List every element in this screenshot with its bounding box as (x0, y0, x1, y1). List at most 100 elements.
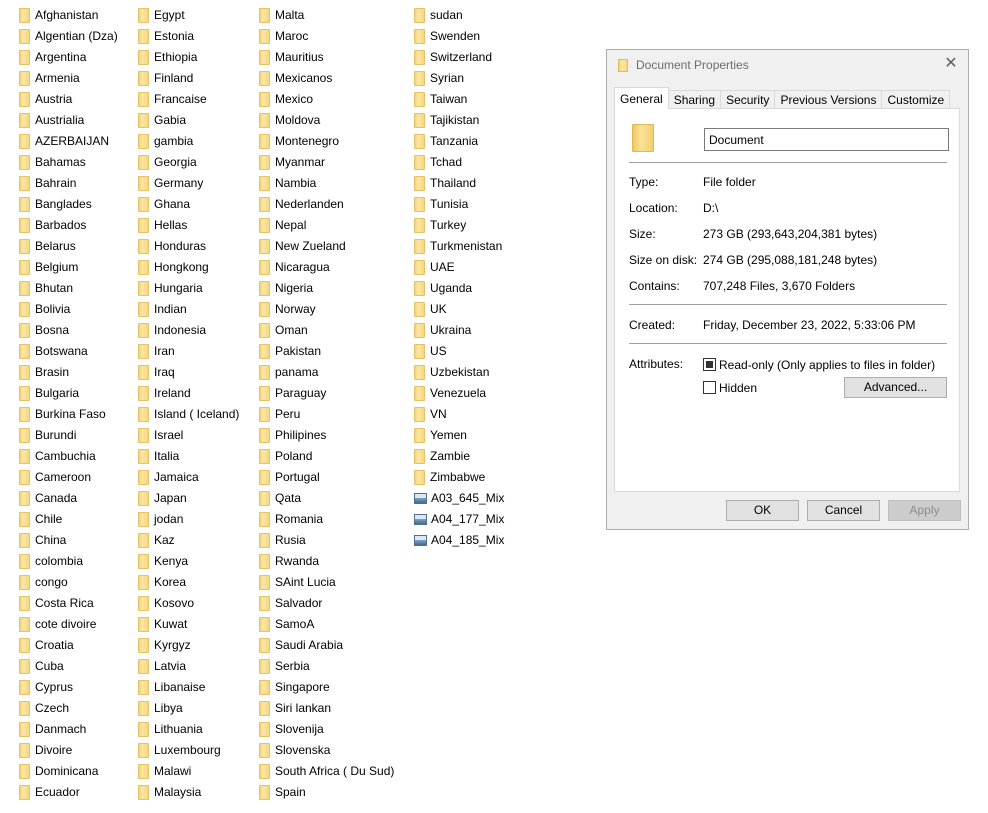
folder-item[interactable]: Cuba (19, 656, 118, 677)
folder-item[interactable]: Norway (259, 299, 394, 320)
folder-item[interactable]: Tajikistan (414, 110, 504, 131)
folder-item[interactable]: Mauritius (259, 47, 394, 68)
image-file-item[interactable]: A04_177_Mix (414, 509, 504, 530)
folder-item[interactable]: Switzerland (414, 47, 504, 68)
folder-item[interactable]: Slovenija (259, 719, 394, 740)
folder-item[interactable]: Island ( Iceland) (138, 404, 239, 425)
folder-item[interactable]: Germany (138, 173, 239, 194)
folder-item[interactable]: Israel (138, 425, 239, 446)
image-file-item[interactable]: A03_645_Mix (414, 488, 504, 509)
folder-item[interactable]: Ukraina (414, 320, 504, 341)
folder-item[interactable]: Afghanistan (19, 5, 118, 26)
folder-item[interactable]: Philipines (259, 425, 394, 446)
folder-item[interactable]: Maroc (259, 26, 394, 47)
folder-item[interactable]: Canada (19, 488, 118, 509)
folder-item[interactable]: colombia (19, 551, 118, 572)
folder-item[interactable]: Indonesia (138, 320, 239, 341)
folder-item[interactable]: Mexico (259, 89, 394, 110)
folder-item[interactable]: Hongkong (138, 257, 239, 278)
folder-item[interactable]: Hungaria (138, 278, 239, 299)
folder-item[interactable]: Zambie (414, 446, 504, 467)
folder-item[interactable]: Belarus (19, 236, 118, 257)
tab-customize[interactable]: Customize (881, 90, 951, 109)
folder-item[interactable]: Ghana (138, 194, 239, 215)
folder-item[interactable]: Rwanda (259, 551, 394, 572)
folder-item[interactable]: Costa Rica (19, 593, 118, 614)
folder-item[interactable]: Tunisia (414, 194, 504, 215)
folder-item[interactable]: Austrialia (19, 110, 118, 131)
tab-previous-versions[interactable]: Previous Versions (774, 90, 883, 109)
folder-item[interactable]: Rusia (259, 530, 394, 551)
folder-item[interactable]: Nambia (259, 173, 394, 194)
folder-item[interactable]: Nepal (259, 215, 394, 236)
folder-item[interactable]: Cameroon (19, 467, 118, 488)
folder-item[interactable]: Algentian (Dza) (19, 26, 118, 47)
folder-item[interactable]: Brasin (19, 362, 118, 383)
folder-item[interactable]: Luxembourg (138, 740, 239, 761)
close-icon[interactable]: ✕ (942, 55, 960, 73)
folder-item[interactable]: Mexicanos (259, 68, 394, 89)
folder-item[interactable]: Moldova (259, 110, 394, 131)
folder-item[interactable]: Honduras (138, 236, 239, 257)
folder-item[interactable]: Bosna (19, 320, 118, 341)
folder-item[interactable]: Jamaica (138, 467, 239, 488)
folder-item[interactable]: China (19, 530, 118, 551)
folder-item[interactable]: Argentina (19, 47, 118, 68)
folder-item[interactable]: Thailand (414, 173, 504, 194)
folder-item[interactable]: Malaysia (138, 782, 239, 803)
folder-item[interactable]: Salvador (259, 593, 394, 614)
folder-item[interactable]: Uganda (414, 278, 504, 299)
folder-item[interactable]: UAE (414, 257, 504, 278)
folder-item[interactable]: Swenden (414, 26, 504, 47)
advanced-button[interactable]: Advanced... (844, 377, 947, 398)
folder-item[interactable]: Cambuchia (19, 446, 118, 467)
folder-item[interactable]: Singapore (259, 677, 394, 698)
folder-item[interactable]: Hellas (138, 215, 239, 236)
cancel-button[interactable]: Cancel (807, 500, 880, 521)
folder-item[interactable]: Bulgaria (19, 383, 118, 404)
folder-item[interactable]: Korea (138, 572, 239, 593)
folder-item[interactable]: Ecuador (19, 782, 118, 803)
folder-item[interactable]: Kenya (138, 551, 239, 572)
folder-item[interactable]: Syrian (414, 68, 504, 89)
folder-item[interactable]: Italia (138, 446, 239, 467)
folder-item[interactable]: Tchad (414, 152, 504, 173)
folder-item[interactable]: Banglades (19, 194, 118, 215)
folder-item[interactable]: Pakistan (259, 341, 394, 362)
folder-item[interactable]: sudan (414, 5, 504, 26)
folder-item[interactable]: Romania (259, 509, 394, 530)
folder-item[interactable]: Libanaise (138, 677, 239, 698)
folder-item[interactable]: Georgia (138, 152, 239, 173)
folder-item[interactable]: Libya (138, 698, 239, 719)
folder-item[interactable]: Yemen (414, 425, 504, 446)
folder-item[interactable]: jodan (138, 509, 239, 530)
folder-item[interactable]: Estonia (138, 26, 239, 47)
tab-sharing[interactable]: Sharing (667, 90, 722, 109)
folder-item[interactable]: South Africa ( Du Sud) (259, 761, 394, 782)
folder-item[interactable]: panama (259, 362, 394, 383)
folder-item[interactable]: Croatia (19, 635, 118, 656)
tab-general[interactable]: General (614, 87, 669, 109)
folder-item[interactable]: Venezuela (414, 383, 504, 404)
folder-item[interactable]: SamoA (259, 614, 394, 635)
folder-item[interactable]: Malta (259, 5, 394, 26)
folder-item[interactable]: Nederlanden (259, 194, 394, 215)
folder-item[interactable]: UK (414, 299, 504, 320)
folder-item[interactable]: Peru (259, 404, 394, 425)
folder-item[interactable]: Turkey (414, 215, 504, 236)
folder-item[interactable]: VN (414, 404, 504, 425)
folder-item[interactable]: congo (19, 572, 118, 593)
folder-item[interactable]: Egypt (138, 5, 239, 26)
folder-item[interactable]: Kyrgyz (138, 635, 239, 656)
folder-item[interactable]: Montenegro (259, 131, 394, 152)
folder-item[interactable]: Burkina Faso (19, 404, 118, 425)
folder-item[interactable]: US (414, 341, 504, 362)
folder-item[interactable]: Qata (259, 488, 394, 509)
apply-button[interactable]: Apply (888, 500, 961, 521)
folder-item[interactable]: Taiwan (414, 89, 504, 110)
image-file-item[interactable]: A04_185_Mix (414, 530, 504, 551)
folder-item[interactable]: Slovenska (259, 740, 394, 761)
folder-item[interactable]: Francaise (138, 89, 239, 110)
hidden-checkbox[interactable] (703, 381, 716, 394)
folder-item[interactable]: Kosovo (138, 593, 239, 614)
